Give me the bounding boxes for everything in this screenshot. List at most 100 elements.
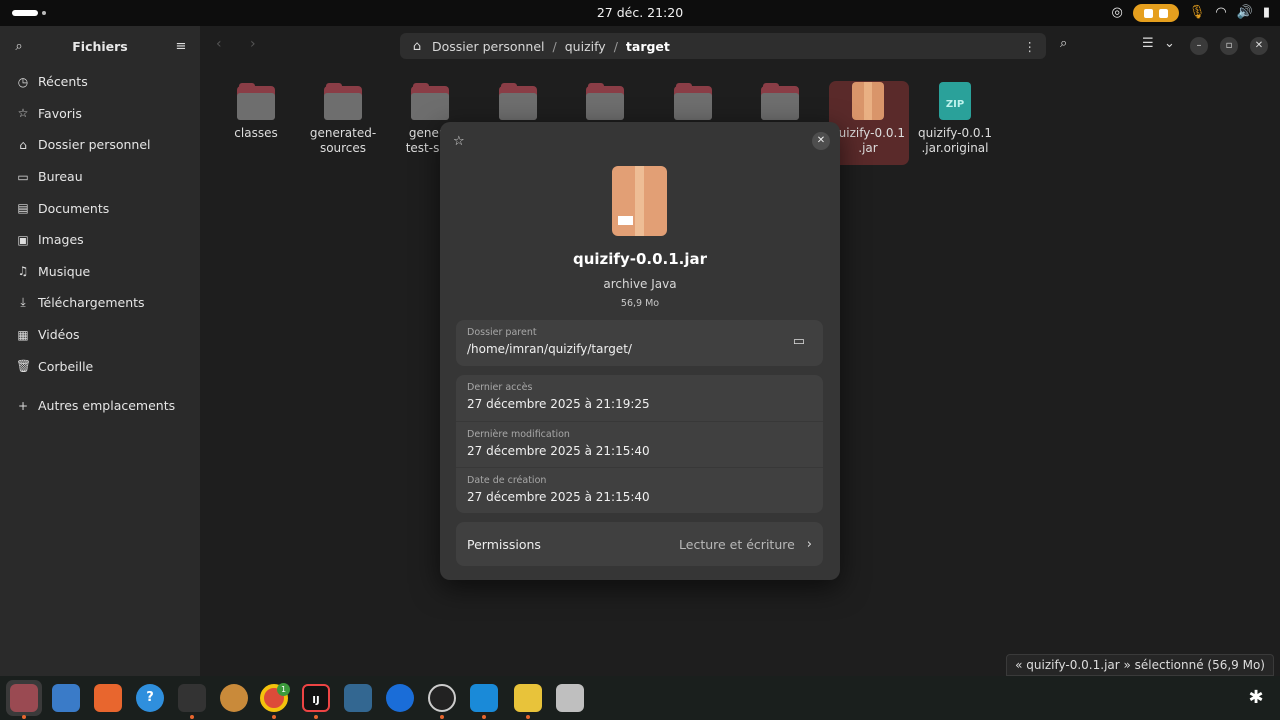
folder-icon [761, 83, 799, 120]
postgres-icon[interactable] [344, 684, 372, 712]
sidebar-header: ⌕ Fichiers ≡ [0, 26, 200, 66]
running-indicator [22, 715, 26, 719]
sidebar-item-label: Images [38, 232, 84, 248]
sidebar-item-label: Corbeille [38, 358, 94, 374]
sidebar-item-other-locations[interactable]: + Autres emplacements [0, 390, 200, 422]
folder-icon [411, 83, 449, 120]
breadcrumb-separator: / [552, 38, 557, 54]
hamburger-menu-icon[interactable]: ≡ [174, 39, 188, 54]
image-icon: ▣ [17, 232, 29, 247]
intellij-icon[interactable]: IJ [302, 684, 330, 712]
dock: ? IJ ✱ [0, 676, 1280, 720]
chrome-tray-icon[interactable]: ◎ [1111, 4, 1122, 22]
system-tray[interactable]: ◎ 🎙 ◠ 🔊 ▮ [1111, 4, 1270, 22]
permissions-row[interactable]: Permissions Lecture et écriture › [456, 522, 823, 566]
file-label: classes [234, 126, 278, 140]
folder-icon [586, 83, 624, 120]
running-indicator [526, 715, 530, 719]
sidebar-item-documents[interactable]: ▤ Documents [0, 192, 200, 224]
wifi-icon[interactable]: ◠ [1215, 4, 1226, 22]
sidebar-item-videos[interactable]: ▦ Vidéos [0, 319, 200, 351]
battery-icon[interactable]: ▮ [1263, 4, 1270, 22]
breadcrumb-home[interactable]: Dossier personnel [432, 39, 545, 54]
help-icon[interactable]: ? [136, 684, 164, 712]
file-item-folder[interactable] [566, 82, 644, 126]
obs-icon[interactable] [428, 684, 456, 712]
sidebar-item-label: Téléchargements [38, 295, 145, 311]
notification-badge: 1 [277, 683, 290, 696]
folder-icon [674, 83, 712, 120]
list-view-icon[interactable]: ☰ [1142, 36, 1154, 51]
last-modified-value: 27 décembre 2025 à 21:15:40 [467, 444, 650, 458]
open-folder-icon[interactable]: ▭ [793, 334, 805, 349]
trash-icon: 🗑 [16, 359, 32, 374]
screen-share-indicator[interactable] [1132, 4, 1179, 22]
show-apps-icon[interactable]: ✱ [1242, 684, 1270, 712]
file-item-folder[interactable] [654, 82, 732, 126]
chevron-down-icon[interactable]: ⌄ [1164, 36, 1175, 51]
notes-icon[interactable] [514, 684, 542, 712]
sidebar-item-label: Autres emplacements [38, 398, 176, 414]
breadcrumb: ⌂ Dossier personnel / quizify / target ⋮ [400, 33, 1046, 59]
sidebar-item-label: Documents [38, 200, 110, 216]
files-app-icon[interactable] [10, 684, 38, 712]
search-icon[interactable]: ⌕ [12, 39, 26, 54]
last-access-label: Dernier accès [467, 382, 533, 393]
sidebar-item-recents[interactable]: ◷ Récents [0, 66, 200, 98]
header-bar: ‹ › ⌂ Dossier personnel / quizify / targ… [200, 26, 1280, 66]
home-icon: ⌂ [19, 137, 27, 152]
dog-app-icon[interactable] [220, 684, 248, 712]
kebab-menu-icon[interactable]: ⋮ [1024, 39, 1037, 54]
sidebar-item-music[interactable]: ♫ Musique [0, 256, 200, 288]
text-editor-icon[interactable] [52, 684, 80, 712]
close-dialog-button[interactable]: ✕ [812, 132, 830, 150]
dates-card: Dernier accès 27 décembre 2025 à 21:19:2… [456, 375, 823, 513]
filename-field[interactable]: quizify-0.0.1.jar [440, 250, 840, 268]
sidebar-item-images[interactable]: ▣ Images [0, 224, 200, 256]
minimize-button[interactable]: – [1190, 37, 1208, 55]
home-icon: ⌂ [412, 38, 422, 54]
star-icon[interactable]: ☆ [453, 134, 465, 149]
sidebar-separator [0, 382, 200, 390]
password-manager-icon[interactable] [386, 684, 414, 712]
back-arrow-icon[interactable]: ‹ [216, 36, 222, 52]
close-window-button[interactable]: ✕ [1250, 37, 1268, 55]
last-modified-label: Dernière modification [467, 429, 570, 440]
running-indicator [190, 715, 194, 719]
microphone-icon[interactable]: 🎙 [1189, 4, 1206, 22]
app-center-icon[interactable] [94, 684, 122, 712]
sidebar-item-home[interactable]: ⌂ Dossier personnel [0, 129, 200, 161]
sidebar-item-label: Favoris [38, 105, 82, 121]
sidebar-item-downloads[interactable]: ⤓ Téléchargements [0, 287, 200, 319]
vscode-icon[interactable] [470, 684, 498, 712]
maximize-button[interactable]: ▫ [1220, 37, 1238, 55]
sidebar-item-trash[interactable]: 🗑 Corbeille [0, 350, 200, 382]
trash-dock-icon[interactable] [556, 684, 584, 712]
terminal-icon[interactable] [178, 684, 206, 712]
clock[interactable]: 27 déc. 21:20 [0, 5, 1280, 20]
file-type: archive Java [603, 277, 677, 291]
last-access-value: 27 décembre 2025 à 21:19:25 [467, 397, 650, 411]
permissions-label: Permissions [467, 536, 541, 552]
breadcrumb-target[interactable]: target [626, 39, 670, 54]
document-icon: ▤ [17, 201, 29, 216]
file-label: .jar.original [921, 141, 989, 155]
search-icon[interactable]: ⌕ [1060, 36, 1067, 51]
sidebar-item-label: Récents [38, 74, 88, 90]
sidebar-item-favorites[interactable]: ☆ Favoris [0, 98, 200, 130]
file-item-folder[interactable] [479, 82, 557, 126]
video-icon: ▦ [17, 327, 29, 342]
sidebar-item-desktop[interactable]: ▭ Bureau [0, 161, 200, 193]
volume-icon[interactable]: 🔊 [1237, 4, 1253, 22]
music-icon: ♫ [17, 264, 29, 279]
file-item-folder[interactable] [741, 82, 819, 126]
file-item-quizify-jar-original[interactable]: ZIP quizify-0.0.1 .jar.original [916, 82, 994, 156]
forward-arrow-icon[interactable]: › [250, 36, 256, 52]
sidebar-item-label: Vidéos [38, 327, 80, 343]
file-item-quizify-jar[interactable]: quizify-0.0.1 .jar [829, 81, 909, 165]
download-icon: ⤓ [20, 295, 26, 310]
breadcrumb-quizify[interactable]: quizify [565, 39, 606, 54]
file-item-classes[interactable]: classes [217, 82, 295, 141]
file-item-generated-sources[interactable]: generated- sources [304, 82, 382, 156]
chevron-right-icon: › [806, 536, 812, 552]
